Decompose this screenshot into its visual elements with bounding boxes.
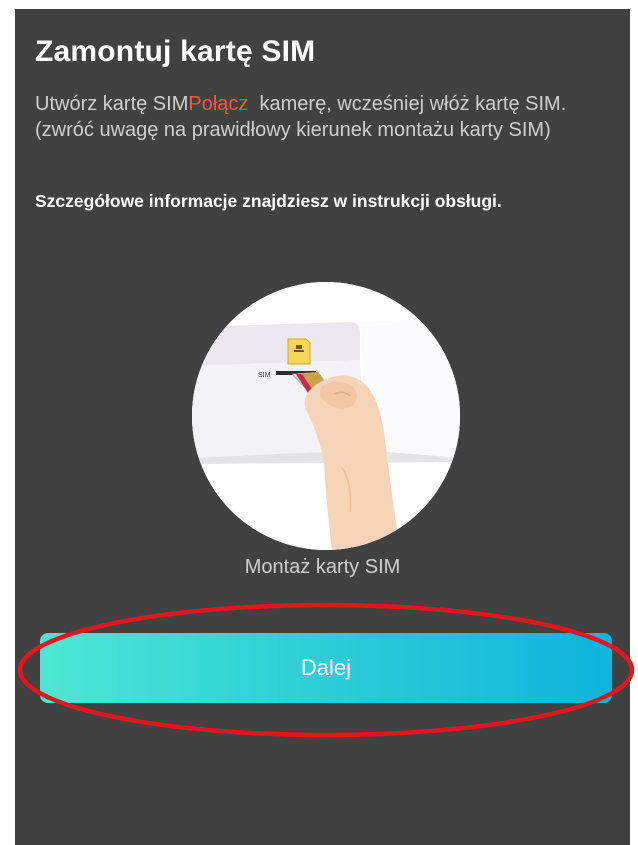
instruction-text: Utwórz kartę SIMPołącz kamerę, wcześniej…: [35, 91, 625, 143]
instruction-text-start: Utwórz kartę SIM: [35, 93, 189, 115]
app-screen: Zamontuj kartę SIM Utwórz kartę SIMPołąc…: [15, 9, 630, 845]
sim-slot-label: SIM: [258, 372, 271, 379]
next-button[interactable]: Dalej: [40, 633, 612, 703]
sim-install-image: SIM: [192, 282, 460, 550]
page-title: Zamontuj kartę SIM: [35, 35, 316, 68]
illustration-caption: Montaż karty SIM: [244, 556, 401, 578]
sim-card-icon: [287, 338, 311, 365]
sim-install-illustration: SIM: [192, 282, 460, 550]
connect-highlight-text: Połącz: [188, 93, 249, 115]
manual-note: Szczegółowe informacje znajdziesz w inst…: [35, 191, 502, 211]
